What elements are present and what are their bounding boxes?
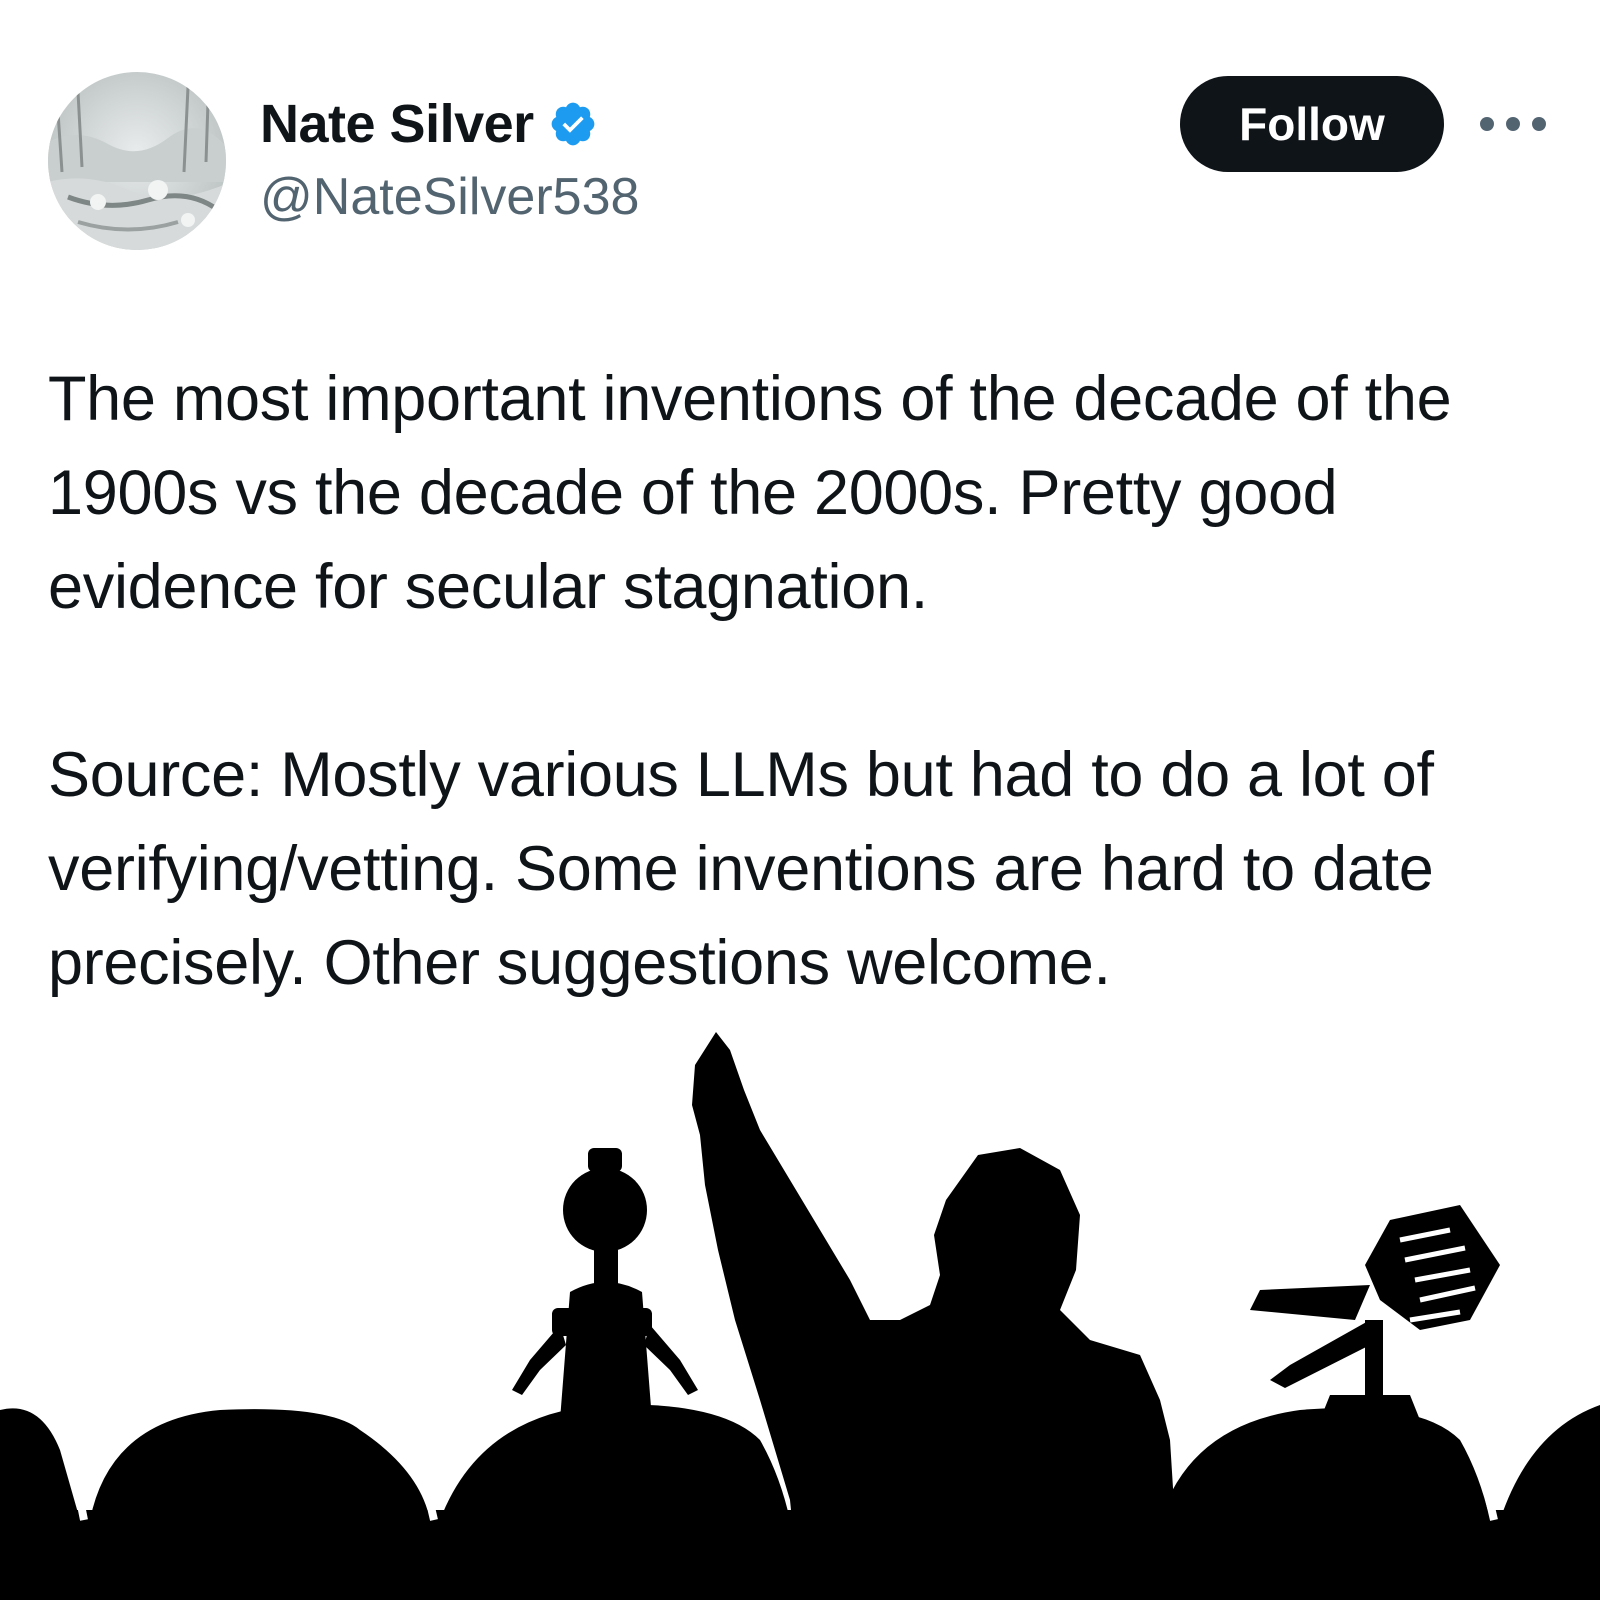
tweet-text: The most important inventions of the dec… [48,352,1568,1010]
tweet-card: Nate Silver @NateSilver538 Follow The mo… [0,0,1600,1600]
tweet-paragraph: Source: Mostly various LLMs but had to d… [48,740,1451,998]
theater-silhouette-icon [0,1032,1600,1600]
verified-badge-icon [548,99,598,149]
follow-button[interactable]: Follow [1180,76,1444,172]
author-name-row[interactable]: Nate Silver [260,92,598,156]
servo-silhouette [512,1148,698,1420]
more-dot [1532,117,1546,131]
more-options-icon[interactable] [1480,108,1546,140]
crow-silhouette [1250,1205,1500,1420]
tweet-media-image[interactable] [0,1020,1600,1600]
more-dot [1506,117,1520,131]
snowy-creek-avatar-icon [48,72,226,250]
author-display-name[interactable]: Nate Silver [260,92,534,156]
tweet-paragraph: The most important inventions of the dec… [48,364,1469,622]
author-handle[interactable]: @NateSilver538 [260,166,639,228]
author-avatar[interactable] [48,72,226,250]
more-dot [1480,117,1494,131]
